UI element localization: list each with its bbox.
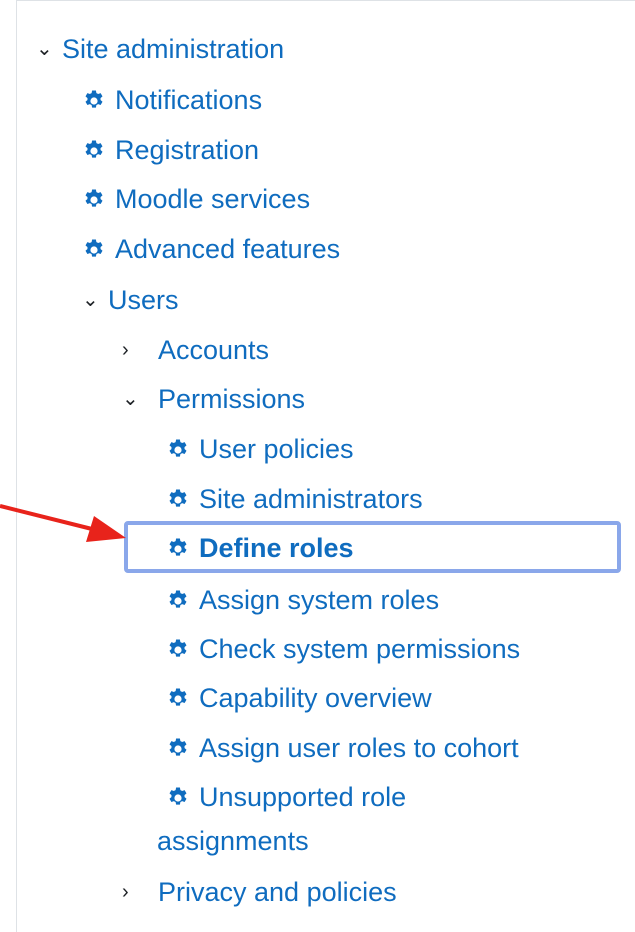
gear-icon [82,138,106,162]
tree-item-registration[interactable]: Registration [82,132,259,168]
tree-item-label: Define roles [199,532,354,563]
gear-icon [166,588,190,612]
tree-item-advanced-features[interactable]: Advanced features [82,231,340,267]
tree-item-label: Site administrators [199,483,423,514]
tree-item-define-roles[interactable]: Define roles [166,530,354,566]
tree-item-label: Users [108,284,179,315]
tree-item-privacy-and-policies[interactable]: › Privacy and policies [122,874,397,910]
tree-item-label: Site administration [62,33,285,64]
chevron-down-icon[interactable]: ⌄ [82,290,108,310]
gear-icon [166,536,190,560]
chevron-down-icon[interactable]: ⌄ [122,389,158,409]
tree-item-label: Advanced features [115,233,341,264]
tree-item-notifications[interactable]: Notifications [82,82,262,118]
gear-icon [166,686,190,710]
tree-item-label: Accounts [158,334,270,365]
tree-item-moodle-services[interactable]: Moodle services [82,181,310,217]
tree-item-check-system-permissions[interactable]: Check system permissions [166,631,520,667]
chevron-right-icon[interactable]: › [122,340,158,360]
tree-item-label: Unsupported role [199,782,407,812]
tree-item-label: Permissions [158,383,306,414]
tree-item-label-continued: assignments [157,826,309,856]
tree-item-site-administration[interactable]: ⌄ Site administration [36,31,284,67]
tree-item-user-policies[interactable]: User policies [166,431,354,467]
chevron-down-icon[interactable]: ⌄ [36,39,62,59]
tree-item-label: Check system permissions [199,633,521,664]
tree-item-unsupported-role-assignments[interactable]: Unsupported role assignments [157,775,407,863]
gear-icon [82,237,106,261]
tree-item-site-administrators[interactable]: Site administrators [166,481,423,517]
tree-item-label: Assign user roles to cohort [199,732,519,763]
tree-item-assign-user-roles-to-cohort[interactable]: Assign user roles to cohort [166,730,519,766]
gear-icon [166,487,190,511]
tree-item-label: Notifications [115,84,263,115]
tree-item-label: Capability overview [199,682,432,713]
gear-icon [166,736,190,760]
tree-item-label: Privacy and policies [158,876,397,907]
tree-item-accounts[interactable]: › Accounts [122,332,269,368]
gear-icon [166,637,190,661]
tree-item-label: Moodle services [115,183,311,214]
gear-icon [82,88,106,112]
tree-item-capability-overview[interactable]: Capability overview [166,680,432,716]
tree-item-label: User policies [199,433,354,464]
tree-item-permissions[interactable]: ⌄ Permissions [122,381,305,417]
gear-icon [166,437,190,461]
tree-item-users[interactable]: ⌄ Users [82,282,179,318]
gear-icon [82,187,106,211]
chevron-right-icon[interactable]: › [122,882,158,902]
tree-item-assign-system-roles[interactable]: Assign system roles [166,582,439,618]
tree-item-label: Assign system roles [199,584,440,615]
gear-icon [166,785,190,809]
tree-item-label: Registration [115,134,260,165]
